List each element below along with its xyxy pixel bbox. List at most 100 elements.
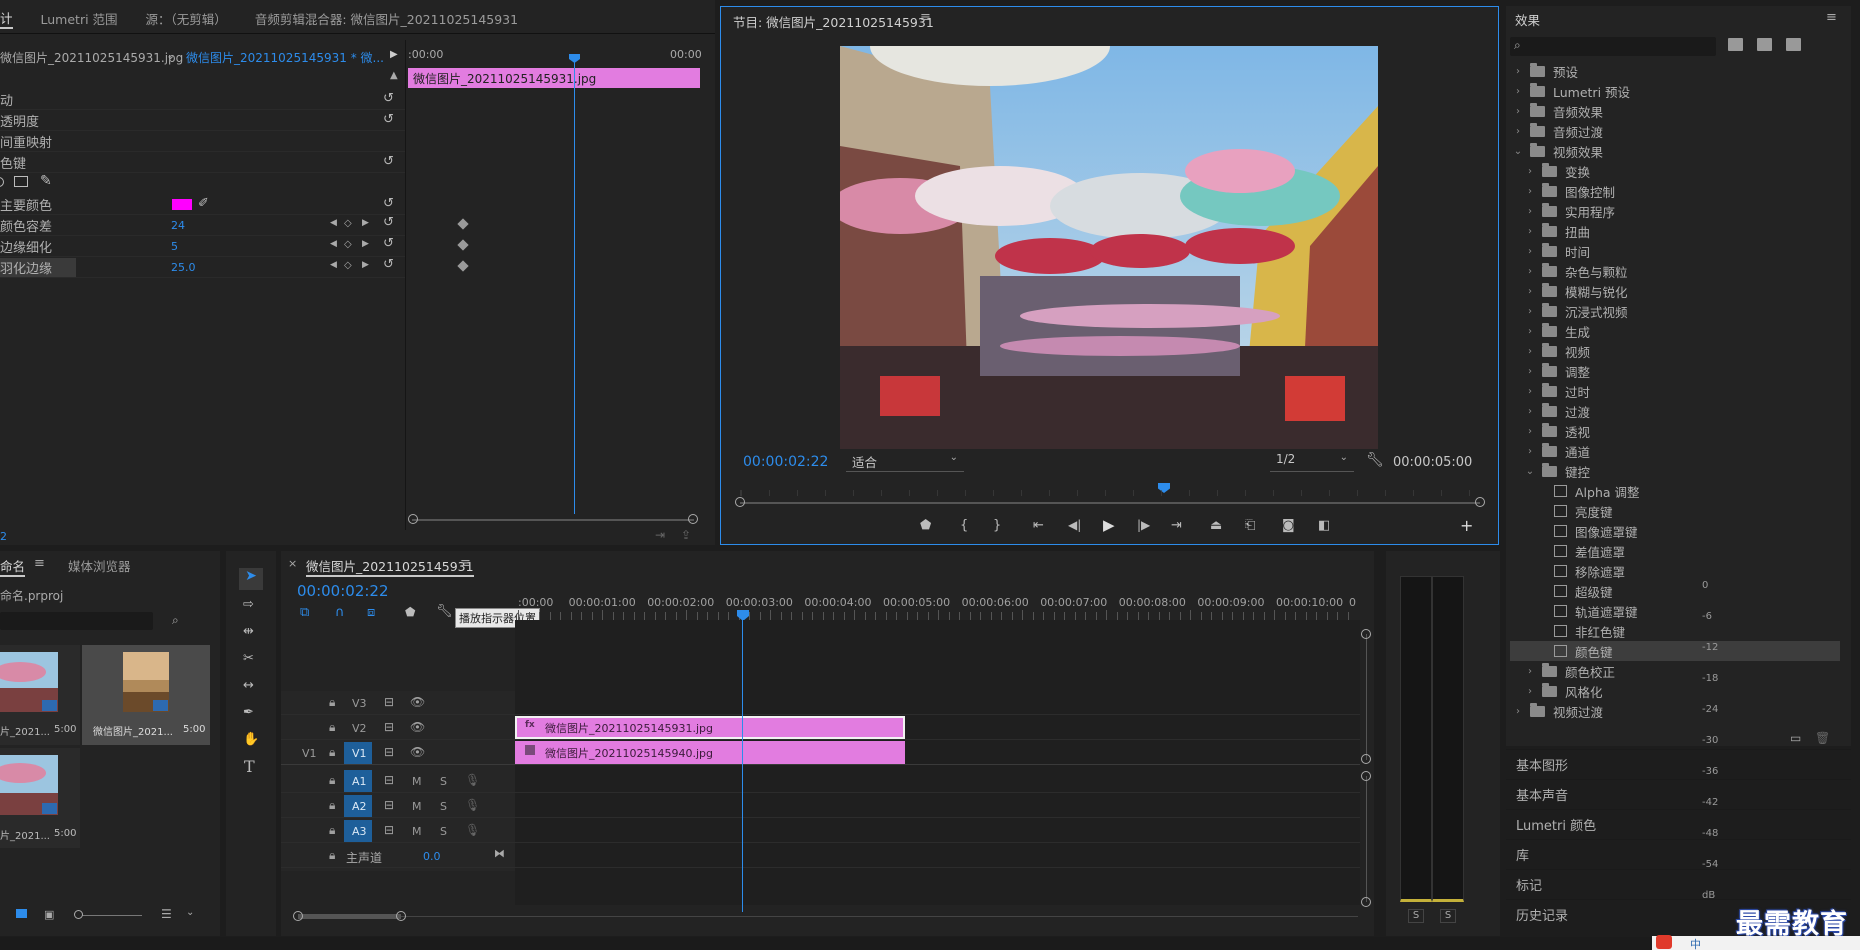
list-view-icon[interactable] xyxy=(16,909,27,918)
microphone-icon[interactable]: 🎙︎ xyxy=(465,823,480,837)
lock-icon[interactable]: 🔒︎ xyxy=(329,745,335,760)
ec-row-motion[interactable]: 动 xyxy=(0,89,405,110)
add-marker-icon[interactable]: ⬟ xyxy=(920,518,931,533)
effects-tree-item[interactable]: 移除遮罩 xyxy=(1512,561,1625,581)
ec-value-edge-thin[interactable]: 5 xyxy=(171,240,178,253)
add-keyframe-icon[interactable]: ◇ xyxy=(344,260,352,271)
effects-tree-item[interactable]: › 扭曲 xyxy=(1512,221,1590,241)
chevron-right-icon[interactable]: › xyxy=(1524,246,1536,257)
play-icon[interactable]: ▶ xyxy=(1103,516,1115,534)
effects-tree-item[interactable]: › 风格化 xyxy=(1512,681,1603,701)
timeline-timecode[interactable]: 00:00:02:22 xyxy=(297,582,389,600)
chevron-right-icon[interactable]: › xyxy=(1524,386,1536,397)
solo-button[interactable]: S xyxy=(440,800,447,813)
chevron-right-icon[interactable]: › xyxy=(1512,126,1524,137)
effects-tree-item[interactable]: 轨道遮罩键 xyxy=(1512,601,1638,621)
snap-icon[interactable]: ∩ xyxy=(335,605,345,620)
new-search-bin-icon[interactable]: ⌕ xyxy=(172,613,179,628)
reset-icon[interactable]: ↺ xyxy=(383,196,394,211)
panel-libraries[interactable]: 库 xyxy=(1506,839,1851,869)
program-timecode[interactable]: 00:00:02:22 xyxy=(743,454,828,470)
effects-tree-item[interactable]: › 时间 xyxy=(1512,241,1590,261)
solo-button[interactable]: S xyxy=(440,825,447,838)
scroll-handle[interactable] xyxy=(1475,497,1485,507)
sync-lock-icon[interactable]: ⊟ xyxy=(384,695,394,709)
reset-icon[interactable]: ↺ xyxy=(383,154,394,169)
media-browser-tab[interactable]: 媒体浏览器 xyxy=(68,556,131,575)
panel-menu-icon[interactable]: ≡ xyxy=(34,556,45,571)
solo-button[interactable]: S xyxy=(440,775,447,788)
mute-button[interactable]: M xyxy=(412,825,422,838)
chevron-right-icon[interactable]: › xyxy=(1524,306,1536,317)
hand-tool-icon[interactable]: ✋ xyxy=(243,732,259,747)
sync-lock-icon[interactable]: ⊟ xyxy=(384,745,394,759)
scroll-handle[interactable] xyxy=(408,514,418,524)
timeline-zoom-thumb[interactable] xyxy=(298,914,401,919)
lock-icon[interactable]: 🔒︎ xyxy=(329,848,335,863)
extract-icon[interactable]: ⎗ xyxy=(1245,518,1255,533)
delete-icon[interactable]: 🗑︎ xyxy=(1815,731,1830,745)
export-frame-icon[interactable]: ◙ xyxy=(1282,518,1295,533)
effects-tree-item[interactable]: › 视频 xyxy=(1512,341,1590,361)
effects-tree-item[interactable]: › Lumetri 预设 xyxy=(1512,81,1630,101)
effects-tree-item[interactable]: › 过渡 xyxy=(1512,401,1590,421)
prev-keyframe-icon[interactable]: ◀ xyxy=(330,260,337,270)
reset-icon[interactable]: ↺ xyxy=(383,91,394,106)
linked-selection-icon[interactable]: ⧈ xyxy=(367,605,375,620)
scroll-handle[interactable] xyxy=(293,911,303,921)
nest-toggle-icon[interactable]: ⧉ xyxy=(300,605,309,620)
ec-zoom-scrollbar[interactable] xyxy=(412,519,694,521)
effects-tree-item[interactable]: 颜色键 xyxy=(1510,641,1840,661)
ec-value-feather[interactable]: 25.0 xyxy=(171,261,196,274)
next-keyframe-icon[interactable]: ▶ xyxy=(362,218,369,228)
chevron-right-icon[interactable]: › xyxy=(1524,286,1536,297)
ec-source-clip[interactable]: 微信图片_20211025145931.jpg xyxy=(0,49,183,66)
timeline-title[interactable]: 微信图片_20211025145931 xyxy=(306,556,474,577)
effects-tree-item[interactable]: › 变换 xyxy=(1512,161,1590,181)
go-to-out-icon[interactable]: ⇥ xyxy=(1171,518,1182,533)
step-back-icon[interactable]: ◀| xyxy=(1068,518,1081,532)
zoom-slider[interactable] xyxy=(82,915,142,916)
effects-search-input[interactable]: ⌕ xyxy=(1510,37,1716,56)
scroll-handle[interactable] xyxy=(1361,897,1371,907)
lock-icon[interactable]: 🔒︎ xyxy=(329,798,335,813)
effects-tree-item[interactable]: › 视频过渡 xyxy=(1512,701,1603,721)
chevron-right-icon[interactable]: › xyxy=(1524,226,1536,237)
add-keyframe-icon[interactable]: ◇ xyxy=(344,218,352,229)
reset-icon[interactable]: ↺ xyxy=(383,112,394,127)
share-icon[interactable]: ⇪ xyxy=(681,528,691,542)
track-select-tool-icon[interactable]: ⇨ xyxy=(243,597,254,612)
panel-lumetri-color[interactable]: Lumetri 颜色 xyxy=(1506,809,1851,839)
export-frame-icon[interactable]: ⇥ xyxy=(655,528,665,542)
ime-logo-icon[interactable] xyxy=(1656,935,1672,949)
ec-row-time-remap[interactable]: 间重映射 xyxy=(0,131,405,152)
effects-tree-item[interactable]: ⌄ 键控 xyxy=(1512,461,1590,481)
effects-tree-item[interactable]: Alpha 调整 xyxy=(1512,481,1640,501)
mute-button[interactable]: M xyxy=(412,800,422,813)
yuv-effects-icon[interactable] xyxy=(1786,38,1801,51)
chevron-down-icon[interactable]: ⌄ xyxy=(1512,146,1524,157)
fit-select[interactable]: 适合 ⌄ xyxy=(846,452,964,472)
program-scrub-bar[interactable] xyxy=(740,502,1480,504)
pen-mask-icon[interactable]: ✎ xyxy=(40,173,52,189)
lock-icon[interactable]: 🔒︎ xyxy=(329,695,335,710)
type-tool-icon[interactable]: T xyxy=(244,757,255,776)
chevron-right-icon[interactable]: › xyxy=(1524,446,1536,457)
sort-icon[interactable]: ☰ xyxy=(161,907,172,921)
chevron-right-icon[interactable]: › xyxy=(1524,426,1536,437)
effects-tree-item[interactable]: 差值遮罩 xyxy=(1512,541,1625,561)
step-forward-icon[interactable]: |▶ xyxy=(1137,518,1150,532)
panel-essential-graphics[interactable]: 基本图形 xyxy=(1506,749,1851,779)
chevron-right-icon[interactable]: › xyxy=(1524,166,1536,177)
tab-audio-clip-mixer[interactable]: 音频剪辑混合器: 微信图片_20211025145931 xyxy=(255,9,518,28)
sync-lock-icon[interactable]: ⊟ xyxy=(384,773,394,787)
master-volume-value[interactable]: 0.0 xyxy=(423,850,441,863)
mark-in-icon[interactable]: { xyxy=(960,518,968,533)
pen-tool-icon[interactable]: ✒ xyxy=(243,705,254,720)
icon-view-icon[interactable]: ▣ xyxy=(44,908,54,921)
scroll-handle[interactable] xyxy=(735,497,745,507)
slip-tool-icon[interactable]: ↔ xyxy=(243,678,254,693)
add-marker-icon[interactable]: ⬟ xyxy=(405,605,415,619)
eye-icon[interactable]: 👁︎ xyxy=(410,720,425,734)
effects-tree-item[interactable]: › 生成 xyxy=(1512,321,1590,341)
